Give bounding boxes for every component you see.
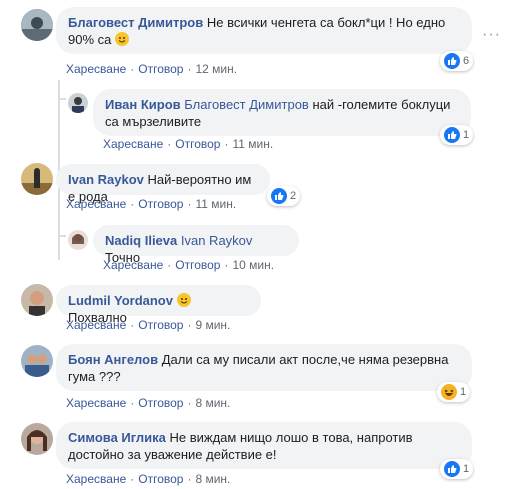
separator: · [187, 197, 192, 211]
reply-button[interactable]: Отговор [138, 318, 183, 332]
mention-link[interactable]: Ivan Raykov [181, 233, 253, 248]
reply-button[interactable]: Отговор [138, 197, 183, 211]
separator: · [167, 137, 172, 151]
like-button[interactable]: Харесване [103, 258, 163, 272]
comment-bubble: Nadiq Ilieva Ivan Raykov Точно [93, 225, 299, 265]
comment-actions: Харесване · Отговор · 10 мин. [103, 258, 274, 272]
separator: · [224, 258, 229, 272]
comment-bubble: Благовест Димитров Не всички ченгета са … [56, 7, 472, 54]
thread-connector [58, 98, 66, 100]
reaction-count: 1 [463, 463, 470, 475]
avatar[interactable] [21, 345, 53, 377]
avatar-image [21, 9, 53, 41]
separator: · [187, 472, 192, 486]
separator: · [130, 472, 135, 486]
like-icon [444, 127, 460, 143]
reaction-count: 6 [463, 55, 470, 67]
avatar-image [21, 163, 53, 195]
reaction-summary[interactable]: 1 [440, 125, 474, 145]
reply-button[interactable]: Отговор [138, 396, 183, 410]
avatar[interactable] [68, 230, 88, 250]
separator: · [130, 197, 135, 211]
like-icon [271, 188, 287, 204]
comment-author[interactable]: Nadiq Ilieva [105, 233, 177, 248]
comment-actions: Харесване · Отговор · 8 мин. [66, 472, 230, 486]
comment-author[interactable]: Боян Ангелов [68, 352, 158, 367]
comment-author[interactable]: Благовест Димитров [68, 15, 203, 30]
avatar[interactable] [21, 423, 53, 455]
like-button[interactable]: Харесване [66, 197, 126, 211]
comment-actions: Харесване · Отговор · 12 мин. [66, 62, 237, 76]
more-options-icon[interactable]: ··· [482, 26, 501, 44]
avatar-image [21, 423, 53, 455]
smile-emoji [176, 293, 191, 307]
reaction-count: 1 [463, 129, 470, 141]
comment-bubble: Ivan Raykov Най-вероятно им е рода [56, 164, 270, 204]
reaction-summary[interactable]: 1 [440, 459, 474, 479]
mention-link[interactable]: Благовест Димитров [184, 97, 309, 112]
comment-actions: Харесване · Отговор · 8 мин. [66, 396, 230, 410]
avatar-image [21, 284, 53, 316]
comment-actions: Харесване · Отговор · 11 мин. [103, 137, 273, 151]
avatar[interactable] [21, 163, 53, 195]
thread-connector [58, 235, 66, 237]
reply-button[interactable]: Отговор [138, 62, 183, 76]
like-button[interactable]: Харесване [103, 137, 163, 151]
avatar-image [68, 230, 88, 250]
comment-time[interactable]: 10 мин. [232, 258, 274, 272]
comment-time[interactable]: 11 мин. [232, 137, 273, 151]
like-button[interactable]: Харесване [66, 396, 126, 410]
avatar-image [21, 345, 53, 377]
separator: · [224, 137, 229, 151]
reaction-summary[interactable]: 6 [440, 51, 474, 71]
comment-author[interactable]: Ivan Raykov [68, 172, 144, 187]
reply-button[interactable]: Отговор [175, 258, 220, 272]
comment-author[interactable]: Ludmil Yordanov [68, 293, 173, 308]
separator: · [187, 396, 192, 410]
comment-bubble: Ludmil Yordanov Похвално [56, 285, 261, 325]
like-button[interactable]: Харесване [66, 472, 126, 486]
separator: · [130, 318, 135, 332]
smile-emoji [115, 32, 129, 46]
avatar[interactable] [21, 284, 53, 316]
comment-bubble: Иван Киров Благовест Димитров най -голем… [93, 89, 471, 136]
reaction-count: 1 [460, 386, 467, 398]
comment-time[interactable]: 8 мин. [195, 472, 230, 486]
reply-button[interactable]: Отговор [175, 137, 220, 151]
comment-time[interactable]: 9 мин. [195, 318, 230, 332]
separator: · [187, 62, 192, 76]
comment-actions: Харесване · Отговор · 11 мин. [66, 197, 236, 211]
comment-time[interactable]: 8 мин. [195, 396, 230, 410]
comment-actions: Харесване · Отговор · 9 мин. [66, 318, 230, 332]
like-icon [444, 461, 460, 477]
like-button[interactable]: Харесване [66, 318, 126, 332]
separator: · [167, 258, 172, 272]
comment-author[interactable]: Иван Киров [105, 97, 181, 112]
comment-bubble: Симова Иглика Не виждам нищо лошо в това… [56, 422, 472, 469]
reaction-summary[interactable]: 2 [267, 186, 301, 206]
avatar[interactable] [21, 9, 53, 41]
thread-line [58, 182, 60, 260]
avatar-image [68, 93, 88, 113]
avatar[interactable] [68, 93, 88, 113]
haha-icon [441, 384, 457, 400]
comment-author[interactable]: Симова Иглика [68, 430, 166, 445]
like-icon [444, 53, 460, 69]
comment-time[interactable]: 12 мин. [195, 62, 237, 76]
reaction-summary[interactable]: 1 [437, 382, 471, 402]
comment-bubble: Боян Ангелов Дали са му писали акт после… [56, 344, 472, 391]
separator: · [130, 396, 135, 410]
separator: · [130, 62, 135, 76]
comment-time[interactable]: 11 мин. [195, 197, 236, 211]
separator: · [187, 318, 192, 332]
reaction-count: 2 [290, 190, 297, 202]
like-button[interactable]: Харесване [66, 62, 126, 76]
reply-button[interactable]: Отговор [138, 472, 183, 486]
